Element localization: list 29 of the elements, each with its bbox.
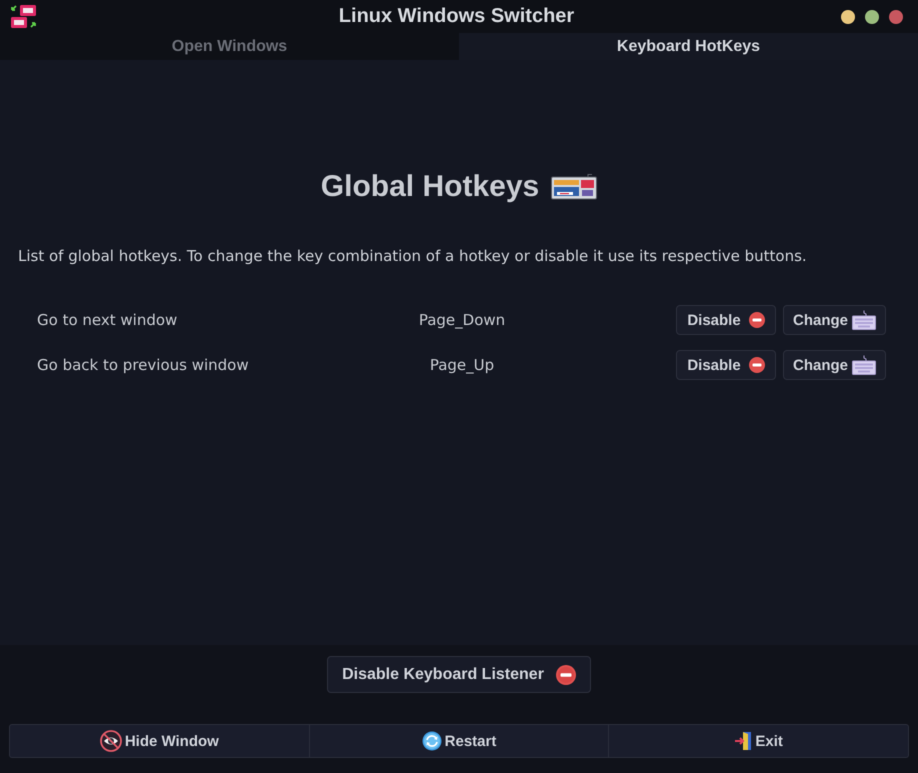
app-logo-icon <box>10 4 37 29</box>
minus-circle-icon <box>748 357 765 373</box>
minus-circle-icon <box>748 312 765 328</box>
hotkey-action: Go to next window <box>37 311 178 329</box>
disable-listener-button[interactable]: Disable Keyboard Listener <box>327 656 591 693</box>
keyboard-icon <box>852 355 876 375</box>
keyboard-icon <box>852 310 876 330</box>
keyboard-icon <box>551 174 598 200</box>
close-button[interactable] <box>889 10 903 24</box>
hotkey-key: Page_Up <box>337 356 587 374</box>
exit-door-icon <box>734 731 752 751</box>
disable-button[interactable]: Disable <box>676 305 776 335</box>
restart-button[interactable]: Restart <box>310 724 610 758</box>
tab[interactable]: Open Windows <box>0 33 459 60</box>
hotkey-key: Page_Down <box>337 311 587 329</box>
minus-circle-icon <box>556 664 576 684</box>
hidden-eye-icon <box>100 730 122 752</box>
hide-window-button[interactable]: Hide Window <box>9 724 310 758</box>
exit-button[interactable]: Exit <box>609 724 910 758</box>
description-text: List of global hotkeys. To change the key combination of a hotkey or disable it use its respective buttons. <box>18 247 808 265</box>
maximize-button[interactable] <box>865 10 879 24</box>
change-button[interactable]: Change <box>783 305 886 335</box>
refresh-icon <box>422 731 442 751</box>
window-title: Linux Windows Switcher <box>338 5 574 28</box>
minimize-button[interactable] <box>841 10 855 24</box>
change-button[interactable]: Change <box>783 350 886 380</box>
disable-button[interactable]: Disable <box>676 350 776 380</box>
section-heading: Global Hotkeys <box>320 170 540 204</box>
hotkey-action: Go back to previous window <box>37 356 250 374</box>
